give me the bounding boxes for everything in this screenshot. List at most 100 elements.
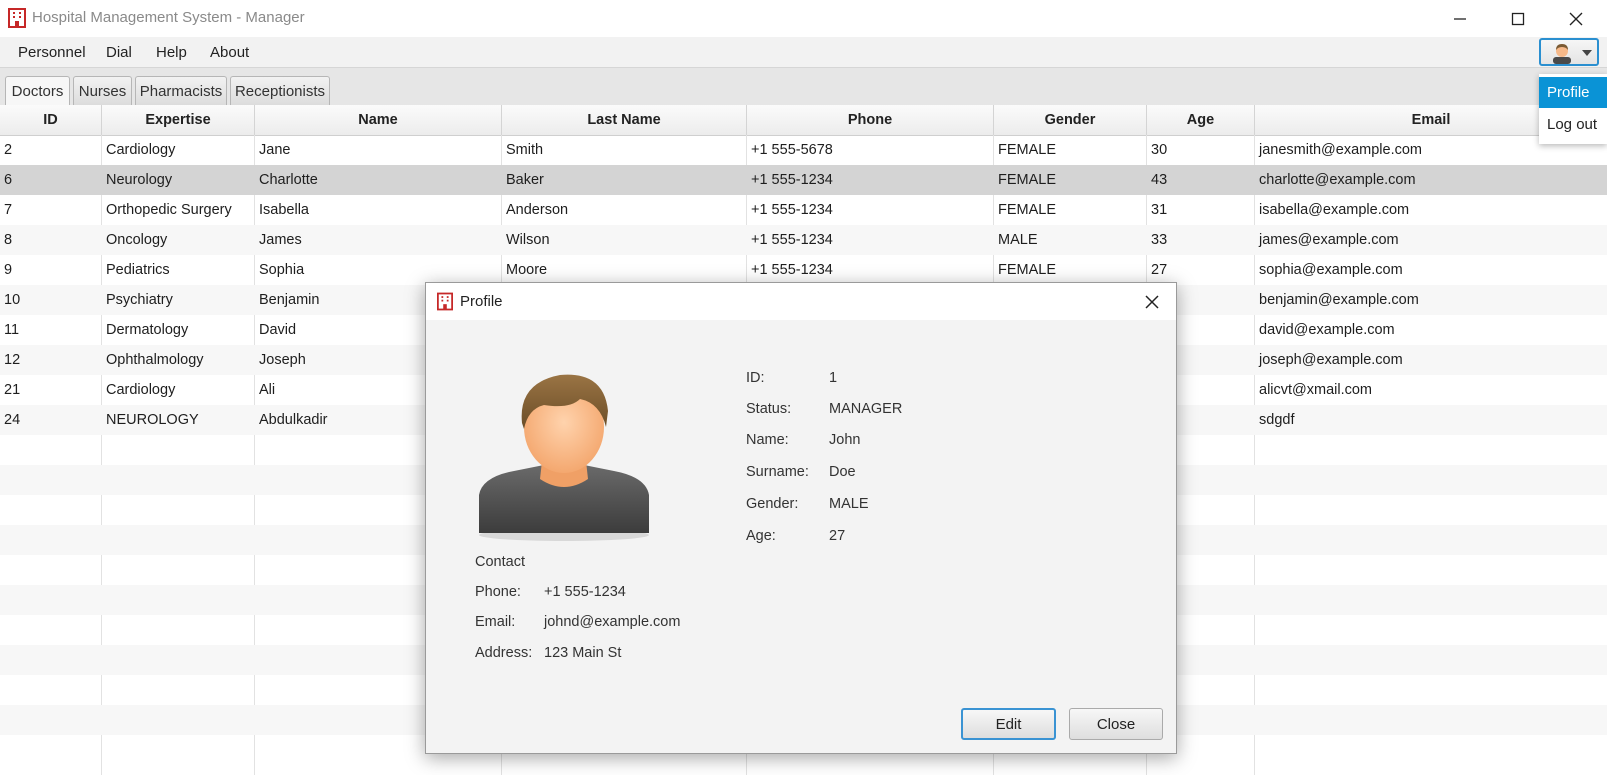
cell-gender: FEMALE bbox=[998, 142, 1057, 158]
column-header-expertise[interactable]: Expertise bbox=[102, 105, 255, 135]
close-window-button[interactable] bbox=[1548, 0, 1604, 37]
avatar bbox=[479, 374, 649, 541]
menu-about[interactable]: About bbox=[210, 44, 249, 61]
hospital-icon bbox=[437, 292, 453, 311]
field-value-gender: MALE bbox=[829, 496, 869, 512]
column-header-age[interactable]: Age bbox=[1147, 105, 1255, 135]
column-header-name[interactable]: Name bbox=[255, 105, 502, 135]
tab-pharmacists[interactable]: Pharmacists bbox=[135, 76, 227, 105]
cell-email: charlotte@example.com bbox=[1259, 172, 1416, 188]
table-row[interactable]: 7 Orthopedic Surgery Isabella Anderson +1 55… bbox=[0, 195, 1607, 225]
close-button[interactable]: Close bbox=[1069, 708, 1163, 740]
phone-value: +1 555-1234 bbox=[544, 584, 626, 600]
table-row[interactable]: 8 Oncology James Wilson +1 555-1234 MALE 33 jam… bbox=[0, 225, 1607, 255]
field-label-age: Age: bbox=[746, 528, 776, 544]
menu-dial[interactable]: Dial bbox=[106, 44, 132, 61]
contact-heading: Contact bbox=[475, 554, 525, 570]
cell-gender: FEMALE bbox=[998, 172, 1057, 188]
tab-doctors[interactable]: Doctors bbox=[5, 76, 70, 106]
address-value: 123 Main St bbox=[544, 645, 622, 661]
field-value-surname: Doe bbox=[829, 464, 856, 480]
dialog-title: Profile bbox=[460, 293, 503, 310]
table-row[interactable]: 9 Pediatrics Sophia Moore +1 555-1234 FEMALE 2… bbox=[0, 255, 1607, 285]
cell-expertise: Psychiatry bbox=[106, 292, 173, 308]
cell-last-name: Wilson bbox=[506, 232, 550, 248]
field-value-name: John bbox=[829, 432, 861, 448]
title-bar: Hospital Management System - Manager bbox=[0, 0, 1607, 37]
cell-email: benjamin@example.com bbox=[1259, 292, 1419, 308]
cell-id: 9 bbox=[4, 262, 13, 278]
tab-nurses[interactable]: Nurses bbox=[73, 76, 132, 105]
menu-item-log-out[interactable]: Log out bbox=[1539, 109, 1607, 140]
cell-name: Charlotte bbox=[259, 172, 318, 188]
cell-phone: +1 555-1234 bbox=[751, 232, 833, 248]
cell-last-name: Anderson bbox=[506, 202, 569, 218]
maximize-icon bbox=[1511, 12, 1525, 25]
menu-help[interactable]: Help bbox=[156, 44, 187, 61]
tab-bar: Doctors Nurses Pharmacists Receptionists bbox=[0, 68, 1607, 106]
field-value-id: 1 bbox=[829, 370, 838, 386]
field-label-name: Name: bbox=[746, 432, 789, 448]
profile-dialog: Profile Contact Phone: +1 555-1234 Email… bbox=[425, 282, 1177, 754]
field-value-age: 27 bbox=[829, 528, 846, 544]
phone-label: Phone: bbox=[475, 584, 521, 600]
close-icon bbox=[1569, 12, 1583, 25]
user-menu-button[interactable] bbox=[1539, 38, 1599, 66]
address-label: Address: bbox=[475, 645, 533, 661]
cell-age: 43 bbox=[1151, 172, 1168, 188]
user-dropdown-menu: Profile Log out bbox=[1539, 74, 1607, 144]
cell-gender: FEMALE bbox=[998, 262, 1057, 278]
cell-expertise: Cardiology bbox=[106, 382, 176, 398]
cell-age: 30 bbox=[1151, 142, 1168, 158]
cell-id: 10 bbox=[4, 292, 21, 308]
field-label-gender: Gender: bbox=[746, 496, 799, 512]
table-row[interactable]: 6 Neurology Charlotte Baker +1 555-1234 FEMAL… bbox=[0, 165, 1607, 195]
column-header-id[interactable]: ID bbox=[0, 105, 102, 135]
column-header-last-name[interactable]: Last Name bbox=[502, 105, 747, 135]
cell-id: 11 bbox=[4, 322, 20, 338]
edit-button[interactable]: Edit bbox=[961, 708, 1056, 740]
table-row[interactable]: 2 Cardiology Jane Smith +1 555-5678 FEMALE 30 j… bbox=[0, 135, 1607, 165]
menu-item-profile[interactable]: Profile bbox=[1539, 77, 1607, 108]
cell-age: 33 bbox=[1151, 232, 1168, 248]
cell-id: 21 bbox=[4, 382, 21, 398]
cell-name: Isabella bbox=[259, 202, 309, 218]
cell-name: Sophia bbox=[259, 262, 305, 278]
cell-age: 27 bbox=[1151, 262, 1168, 278]
close-icon[interactable] bbox=[1140, 290, 1164, 314]
maximize-button[interactable] bbox=[1490, 0, 1546, 37]
menu-bar: Personnel Dial Help About bbox=[0, 37, 1607, 68]
cell-email: joseph@example.com bbox=[1259, 352, 1403, 368]
column-header-phone[interactable]: Phone bbox=[747, 105, 994, 135]
field-label-surname: Surname: bbox=[746, 464, 809, 480]
cell-id: 7 bbox=[4, 202, 13, 218]
cell-expertise: Neurology bbox=[106, 172, 173, 188]
field-label-status: Status: bbox=[746, 401, 792, 417]
cell-email: sophia@example.com bbox=[1259, 262, 1403, 278]
cell-name: Jane bbox=[259, 142, 291, 158]
cell-phone: +1 555-1234 bbox=[751, 202, 833, 218]
cell-age: 31 bbox=[1151, 202, 1168, 218]
field-label-id: ID: bbox=[746, 370, 765, 386]
cell-email: james@example.com bbox=[1259, 232, 1399, 248]
cell-phone: +1 555-1234 bbox=[751, 262, 833, 278]
cell-expertise: Cardiology bbox=[106, 142, 176, 158]
cell-name: James bbox=[259, 232, 302, 248]
tab-receptionists[interactable]: Receptionists bbox=[230, 76, 330, 105]
cell-last-name: Smith bbox=[506, 142, 544, 158]
column-header-gender[interactable]: Gender bbox=[994, 105, 1147, 135]
table-header: ID Expertise Name Last Name Phone Gender… bbox=[0, 105, 1607, 136]
cell-email: david@example.com bbox=[1259, 322, 1395, 338]
cell-last-name: Moore bbox=[506, 262, 548, 278]
cell-expertise: Ophthalmology bbox=[106, 352, 204, 368]
chevron-down-icon bbox=[1582, 50, 1592, 56]
cell-email: alicvt@xmail.com bbox=[1259, 382, 1373, 398]
cell-email: isabella@example.com bbox=[1259, 202, 1410, 218]
cell-gender: MALE bbox=[998, 232, 1038, 248]
cell-expertise: Orthopedic Surgery bbox=[106, 202, 232, 218]
cell-expertise: NEUROLOGY bbox=[106, 412, 199, 428]
user-icon bbox=[1553, 44, 1571, 64]
menu-personnel[interactable]: Personnel bbox=[18, 44, 86, 61]
minimize-button[interactable] bbox=[1432, 0, 1488, 37]
cell-id: 24 bbox=[4, 412, 21, 428]
